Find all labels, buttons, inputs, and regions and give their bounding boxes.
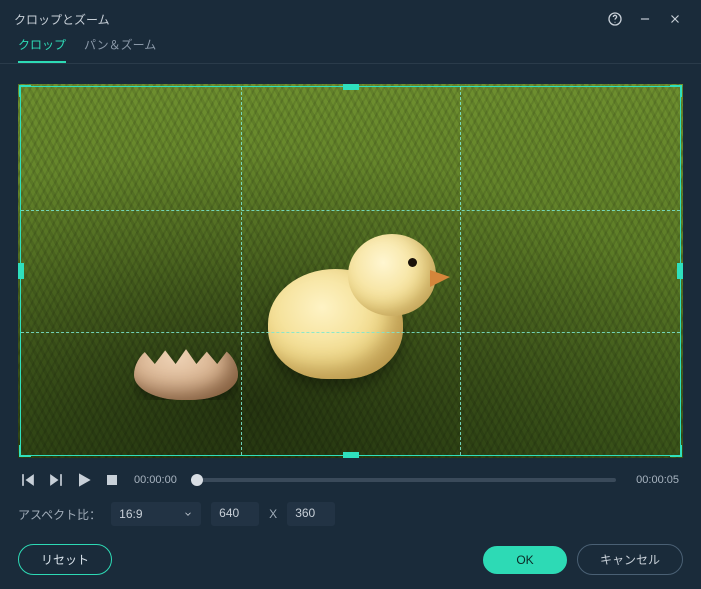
width-field[interactable]: 640: [211, 502, 259, 526]
reset-button[interactable]: リセット: [18, 544, 112, 575]
crop-frame[interactable]: [20, 86, 681, 456]
crop-handle-right[interactable]: [677, 263, 683, 279]
close-icon[interactable]: [663, 7, 687, 31]
chevron-down-icon: [183, 509, 193, 519]
crop-grid-line: [21, 210, 680, 211]
crop-handle-top-right[interactable]: [670, 85, 682, 97]
aspect-ratio-select[interactable]: 16:9: [111, 502, 201, 526]
crop-handle-bottom[interactable]: [343, 452, 359, 458]
aspect-ratio-value: 16:9: [119, 507, 142, 521]
crop-handle-top-left[interactable]: [19, 85, 31, 97]
crop-grid-line: [21, 332, 680, 333]
video-preview[interactable]: [18, 84, 683, 458]
height-field[interactable]: 360: [287, 502, 335, 526]
time-duration: 00:00:05: [636, 474, 679, 486]
next-frame-icon[interactable]: [46, 470, 66, 490]
stop-icon[interactable]: [102, 470, 122, 490]
help-icon[interactable]: [603, 7, 627, 31]
crop-grid-line: [241, 87, 242, 455]
window-title: クロップとズーム: [14, 11, 597, 28]
timeline-thumb[interactable]: [191, 474, 203, 486]
crop-handle-bottom-left[interactable]: [19, 445, 31, 457]
tab-pan-zoom[interactable]: パン＆ズーム: [84, 36, 156, 63]
aspect-ratio-label: アスペクト比：: [18, 506, 101, 523]
time-current: 00:00:00: [134, 474, 177, 486]
minimize-icon[interactable]: [633, 7, 657, 31]
ok-button[interactable]: OK: [483, 546, 567, 574]
crop-handle-left[interactable]: [18, 263, 24, 279]
crop-handle-bottom-right[interactable]: [670, 445, 682, 457]
dimension-separator: X: [269, 507, 277, 521]
prev-frame-icon[interactable]: [18, 470, 38, 490]
crop-handle-top[interactable]: [343, 84, 359, 90]
crop-grid-line: [460, 87, 461, 455]
cancel-button[interactable]: キャンセル: [577, 544, 683, 575]
timeline-slider[interactable]: [197, 478, 616, 482]
play-icon[interactable]: [74, 470, 94, 490]
tab-crop[interactable]: クロップ: [18, 36, 66, 63]
